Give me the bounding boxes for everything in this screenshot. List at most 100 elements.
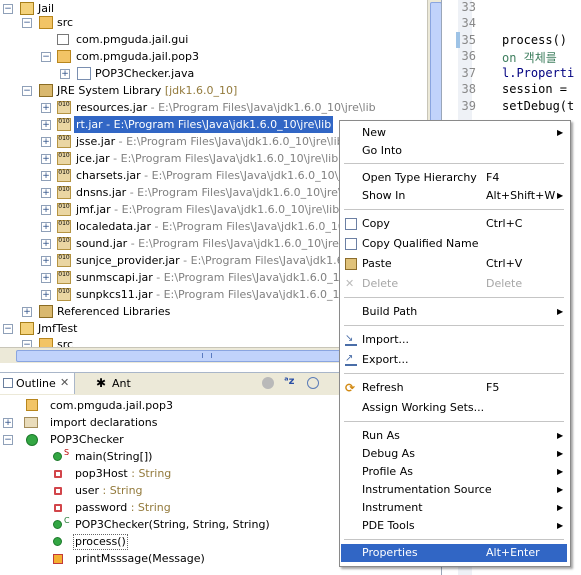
expand-icon[interactable]: + bbox=[22, 307, 32, 317]
submenu-arrow-icon: ▶ bbox=[557, 485, 564, 494]
menu-item-properties[interactable]: Properties Alt+Enter bbox=[341, 544, 567, 562]
tree-label-path: - E:\Program Files\Java\jdk1.6.0_ bbox=[179, 254, 360, 267]
menu-item-export[interactable]: ↗ Export... bbox=[341, 351, 567, 369]
menu-shortcut: F5 bbox=[486, 381, 500, 394]
close-icon[interactable]: ✕ bbox=[60, 376, 69, 389]
expand-icon[interactable]: + bbox=[41, 188, 51, 198]
expand-icon[interactable]: + bbox=[41, 256, 51, 266]
hide-static-icon[interactable] bbox=[307, 377, 319, 389]
member-name: process() bbox=[73, 534, 128, 550]
source-folder-icon bbox=[39, 16, 53, 29]
collapse-icon[interactable]: − bbox=[22, 340, 32, 347]
collapse-icon[interactable]: − bbox=[3, 435, 13, 445]
menu-item-paste[interactable]: Paste Ctrl+V bbox=[341, 255, 567, 273]
submenu-arrow-icon: ▶ bbox=[557, 449, 564, 458]
outline-label: import declarations bbox=[50, 416, 158, 429]
tree-label: src bbox=[57, 16, 74, 29]
menu-item-debug-as[interactable]: Debug As ▶ bbox=[341, 445, 567, 463]
menu-item-copy-qualified-name[interactable]: Copy Qualified Name bbox=[341, 235, 567, 253]
expand-icon[interactable]: + bbox=[41, 171, 51, 181]
menu-item-show-in[interactable]: Show In Alt+Shift+W ▶ bbox=[341, 187, 567, 205]
menu-item-copy[interactable]: Copy Ctrl+C bbox=[341, 215, 567, 233]
menu-item-instrumentation-source[interactable]: Instrumentation Source ▶ bbox=[341, 481, 567, 499]
member-name: password bbox=[75, 501, 128, 514]
expand-icon[interactable]: + bbox=[41, 222, 51, 232]
jar-icon: 010 bbox=[57, 169, 71, 182]
expand-icon[interactable]: + bbox=[41, 205, 51, 215]
jar-icon: 010 bbox=[57, 118, 71, 131]
tree-label-path: - E:\Program Files\Java\jdk1.6.0_10\jre\… bbox=[127, 237, 356, 250]
expand-icon[interactable]: + bbox=[41, 290, 51, 300]
menu-item-run-as[interactable]: Run As ▶ bbox=[341, 427, 567, 445]
tree-label-path: - E:\Program Files\Java\jdk1.6.0_10\jre\ bbox=[151, 220, 367, 233]
menu-shortcut: F4 bbox=[486, 171, 500, 184]
menu-item-assign-working-sets[interactable]: Assign Working Sets... bbox=[341, 399, 567, 417]
menu-shortcut: Ctrl+V bbox=[486, 257, 523, 270]
expand-icon[interactable]: + bbox=[60, 69, 70, 79]
menu-item-build-path[interactable]: Build Path ▶ bbox=[341, 303, 567, 321]
line-number: 34 bbox=[461, 16, 476, 30]
member-type: : String bbox=[99, 484, 143, 497]
menu-item-pde-tools[interactable]: PDE Tools ▶ bbox=[341, 517, 567, 535]
tree-label: sunpkcs11.jar bbox=[76, 288, 153, 301]
menu-item-refresh[interactable]: ⟳ Refresh F5 bbox=[341, 379, 567, 397]
menu-label: Copy Qualified Name bbox=[362, 237, 479, 250]
collapse-icon[interactable]: − bbox=[22, 86, 32, 96]
library-icon bbox=[39, 84, 53, 97]
submenu-arrow-icon: ▶ bbox=[557, 431, 564, 440]
expand-icon[interactable]: + bbox=[41, 239, 51, 249]
member-name: POP3Checker(String, String, String) bbox=[75, 518, 270, 531]
sort-icon[interactable]: ᵃz bbox=[284, 376, 294, 387]
source-folder-icon bbox=[39, 338, 53, 347]
member-type: : String bbox=[127, 501, 171, 514]
hide-fields-icon[interactable] bbox=[262, 377, 274, 389]
project-icon bbox=[20, 322, 34, 335]
line-number: 35 bbox=[461, 33, 476, 47]
jar-icon: 010 bbox=[57, 186, 71, 199]
private-method-icon bbox=[53, 554, 63, 564]
tab-outline[interactable]: Outline ✕ bbox=[0, 373, 75, 394]
collapse-icon[interactable]: − bbox=[41, 52, 51, 62]
menu-item-import[interactable]: ↘ Import... bbox=[341, 331, 567, 349]
class-icon bbox=[26, 434, 38, 446]
jar-icon: 010 bbox=[57, 152, 71, 165]
tree-label: JmfTest bbox=[38, 322, 78, 335]
tree-label: com.pmguda.jail.gui bbox=[76, 33, 189, 46]
expand-icon[interactable]: + bbox=[41, 103, 51, 113]
code-line: on 객체를 bbox=[502, 51, 557, 65]
outline-label: POP3Checker bbox=[50, 433, 124, 446]
expand-icon[interactable]: + bbox=[41, 154, 51, 164]
menu-item-new[interactable]: New ▶ bbox=[341, 124, 567, 142]
menu-item-instrument[interactable]: Instrument ▶ bbox=[341, 499, 567, 517]
collapse-icon[interactable]: − bbox=[22, 18, 32, 28]
outline-label: com.pmguda.jail.pop3 bbox=[50, 399, 173, 412]
tree-label-selected: rt.jar - E:\Program Files\Java\jdk1.6.0_… bbox=[74, 116, 334, 133]
expand-icon[interactable]: + bbox=[41, 273, 51, 283]
tree-label-path: - E:\Program Files\Java\jdk1.6.0_10\jre\… bbox=[147, 101, 376, 114]
copy-icon bbox=[345, 218, 357, 230]
member-name: main(String[]) bbox=[75, 450, 153, 463]
menu-item-delete[interactable]: ✕ Delete Delete bbox=[341, 275, 567, 293]
menu-item-open-type-hierarchy[interactable]: Open Type Hierarchy F4 bbox=[341, 169, 567, 187]
member-name: user bbox=[75, 484, 99, 497]
menu-shortcut: Delete bbox=[486, 277, 523, 290]
expand-icon[interactable]: + bbox=[41, 137, 51, 147]
project-icon bbox=[20, 2, 34, 15]
imports-icon bbox=[24, 417, 38, 428]
expand-icon[interactable]: + bbox=[41, 120, 51, 130]
menu-label: Copy bbox=[362, 217, 390, 230]
submenu-arrow-icon: ▶ bbox=[557, 307, 564, 316]
menu-item-go-into[interactable]: Go Into bbox=[341, 142, 567, 160]
menu-label: Import... bbox=[362, 333, 409, 346]
jar-icon: 010 bbox=[57, 288, 71, 301]
delete-icon: ✕ bbox=[345, 277, 355, 290]
tree-label-suffix: [jdk1.6.0_10] bbox=[164, 84, 238, 97]
collapse-icon[interactable]: − bbox=[3, 4, 13, 14]
tree-label: POP3Checker.java bbox=[95, 67, 195, 80]
tree-label-path: - E:\Program Files\Java\jdk1.6.0_10\jre\… bbox=[140, 169, 370, 182]
menu-shortcut: Alt+Enter bbox=[486, 546, 540, 559]
collapse-icon[interactable]: − bbox=[3, 324, 13, 334]
expand-icon[interactable]: + bbox=[3, 418, 13, 428]
menu-item-profile-as[interactable]: Profile As ▶ bbox=[341, 463, 567, 481]
tree-label: dnsns.jar bbox=[76, 186, 127, 199]
